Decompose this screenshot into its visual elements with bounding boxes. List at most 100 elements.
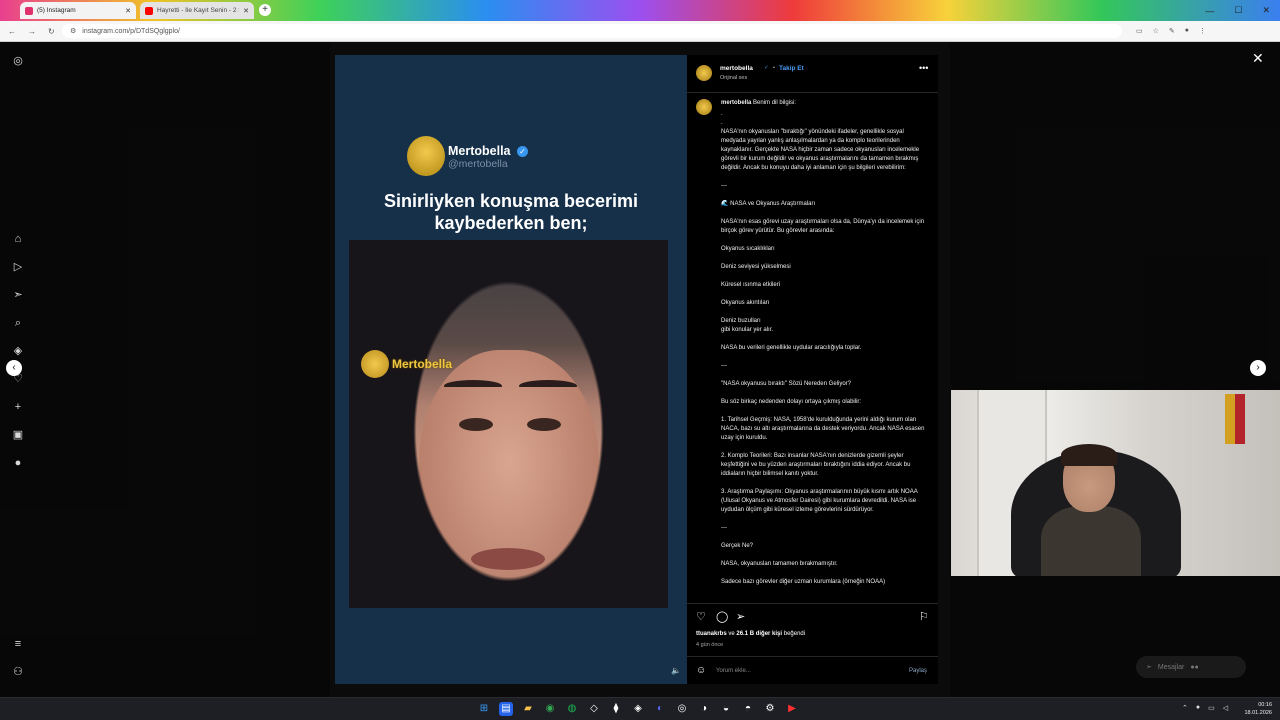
menu-icon[interactable]: ⋮ [1199, 27, 1206, 35]
tray-chevron-icon[interactable]: ⌃ [1182, 704, 1188, 712]
more-options-icon[interactable]: ••• [919, 63, 928, 73]
audio-label[interactable]: Orijinal ses [720, 75, 747, 81]
author-avatar[interactable] [696, 65, 712, 81]
likes-summary[interactable]: ttuanakrbs ve 26.1 B diğer kişi beğendi [696, 631, 805, 637]
mic-icon[interactable]: ● [1196, 704, 1200, 712]
site-info-icon[interactable]: ⚙ [70, 27, 76, 35]
bookmark-star-icon[interactable]: ☆ [1153, 27, 1159, 35]
watermark-avatar-icon [361, 350, 389, 378]
caption-paragraph: NASA'nın okyanusları "bıraktığı" yönünde… [721, 129, 920, 171]
profile-avatar-icon[interactable]: ● [11, 456, 25, 470]
youtube-icon[interactable]: ▶ [785, 702, 799, 716]
caption-paragraph: --- [721, 183, 727, 189]
search-icon[interactable]: ⌕ [11, 316, 25, 330]
obs-icon[interactable]: ◎ [675, 702, 689, 716]
messages-icon[interactable]: ➣ [11, 288, 25, 302]
back-icon[interactable]: ← [8, 27, 16, 36]
close-window-button[interactable]: ✕ [1262, 5, 1270, 16]
liker-username[interactable]: ttuanakrbs [696, 631, 727, 637]
new-tab-button[interactable]: + [259, 4, 271, 16]
tab-title: Hayretti - İle Kayıt Senin - 2 Saz... [157, 7, 239, 14]
post-media[interactable]: Mertobella ✓ @mertobella Sinirliyken kon… [335, 55, 687, 684]
caption-paragraph: Deniz seviyesi yükselmesi [721, 264, 791, 270]
caption-paragraph: NASA, okyanusları tamamen bırakmamıştır. [721, 561, 838, 567]
app4-icon[interactable]: ◑ [697, 702, 711, 716]
caption-avatar[interactable] [696, 99, 712, 115]
emoji-icon[interactable]: ☺ [696, 665, 706, 676]
post-comment-button[interactable]: Paylaş [909, 668, 927, 674]
author-username[interactable]: mertobella [720, 65, 753, 72]
url-field[interactable]: ⚙ instagram.com/p/DTdSQglgplo/ [62, 24, 1122, 38]
likes-suffix: beğendi [783, 631, 806, 637]
volume-icon[interactable]: ◁ [1223, 704, 1228, 712]
spotify-icon[interactable]: ◍ [565, 702, 579, 716]
discord-icon[interactable]: ◐ [653, 702, 667, 716]
close-modal-icon[interactable]: ✕ [1252, 50, 1264, 67]
next-post-button[interactable]: › [1250, 360, 1266, 376]
explorer-icon[interactable]: ▤ [499, 702, 513, 716]
explore-icon[interactable]: ◈ [11, 344, 25, 358]
media-headline: Sinirliyken konuşma becerimi kaybederken… [335, 190, 687, 234]
messages-pill[interactable]: ➣ Mesajlar ●● [1136, 656, 1246, 678]
maximize-button[interactable]: ☐ [1234, 5, 1242, 16]
meta-icon[interactable]: ⚇ [11, 665, 25, 679]
tab-youtube[interactable]: Hayretti - İle Kayıt Senin - 2 Saz... ✕ [140, 2, 254, 19]
media-profile-handle: @mertobella [448, 158, 508, 170]
verified-badge-icon: ✓ [764, 65, 769, 71]
folder-icon[interactable]: ▰ [521, 702, 535, 716]
minimize-button[interactable]: — [1205, 6, 1214, 16]
forward-icon[interactable]: → [28, 27, 36, 36]
chrome-icon[interactable]: ◉ [543, 702, 557, 716]
reload-icon[interactable]: ↻ [48, 27, 55, 36]
follow-button[interactable]: Takip Et [779, 65, 804, 72]
messages-send-icon: ➣ [1146, 664, 1152, 671]
caption-paragraph: . [721, 120, 723, 126]
navigation-buttons: ← → ↻ [0, 27, 58, 36]
cast-icon[interactable]: ▭ [1136, 27, 1143, 35]
instagram-logo-icon[interactable]: ◎ [11, 54, 25, 68]
taskbar-clock[interactable]: 00:16 18.01.2026 [1240, 701, 1272, 717]
more-menu-icon[interactable]: ≡ [11, 637, 25, 651]
close-tab-icon[interactable]: ✕ [243, 7, 249, 15]
caption-paragraph: Okyanus akıntıları [721, 300, 770, 306]
caption-paragraph: . [721, 111, 723, 117]
profile-icon[interactable]: ● [1185, 27, 1189, 35]
post-actions: ♡ ◯ ➢ ⚐ ttuanakrbs ve 26.1 B diğer kişi … [687, 603, 938, 683]
comment-input[interactable]: Yorum ekle... [716, 668, 751, 674]
steam-icon[interactable]: ◒ [719, 702, 733, 716]
app-icon[interactable]: ◇ [587, 702, 601, 716]
share-icon[interactable]: ➢ [736, 610, 745, 623]
like-icon[interactable]: ♡ [696, 610, 706, 623]
start-icon[interactable]: ⊞ [477, 702, 491, 716]
caption-username[interactable]: mertobella [721, 100, 751, 106]
verified-badge-icon: ✓ [517, 146, 528, 157]
caption-paragraph: Bu söz birkaç nedenden dolayı ortaya çık… [721, 399, 862, 405]
app3-icon[interactable]: ◈ [631, 702, 645, 716]
headline-line-2: kaybederken ben; [434, 213, 588, 233]
save-bookmark-icon[interactable]: ⚐ [919, 610, 929, 623]
left-brow [444, 380, 502, 392]
previous-post-button[interactable]: ‹ [6, 360, 22, 376]
dashboard-icon[interactable]: ▣ [11, 428, 25, 442]
instagram-favicon-icon [25, 6, 33, 15]
caption-paragraph: 2. Komplo Teorileri: Bazı insanlar NASA'… [721, 453, 911, 477]
mute-toggle-icon[interactable]: 🔈 [671, 666, 681, 675]
app5-icon[interactable]: ◓ [741, 702, 755, 716]
video-frame[interactable]: Mertobella [349, 240, 668, 608]
browser-tab-strip: (5) Instagram ✕ Hayretti - İle Kayıt Sen… [0, 0, 1280, 21]
likes-count[interactable]: 26.1 B diğer kişi [736, 631, 782, 637]
settings-icon[interactable]: ⚙ [763, 702, 777, 716]
extension-icon[interactable]: ✎ [1169, 27, 1175, 35]
create-icon[interactable]: + [11, 400, 25, 414]
caption-paragraph: Sadece bazı görevler diğer uzman kurumla… [721, 579, 886, 585]
webcam-overlay [951, 390, 1280, 576]
streamer-body [1041, 506, 1141, 576]
app2-icon[interactable]: ⧫ [609, 702, 623, 716]
reels-icon[interactable]: ▷ [11, 260, 25, 274]
comment-icon[interactable]: ◯ [716, 610, 728, 623]
tab-instagram[interactable]: (5) Instagram ✕ [20, 2, 136, 19]
home-icon[interactable]: ⌂ [11, 232, 25, 246]
caption-paragraph: --- [721, 525, 727, 531]
network-icon[interactable]: ▭ [1208, 704, 1215, 712]
close-tab-icon[interactable]: ✕ [125, 7, 131, 15]
